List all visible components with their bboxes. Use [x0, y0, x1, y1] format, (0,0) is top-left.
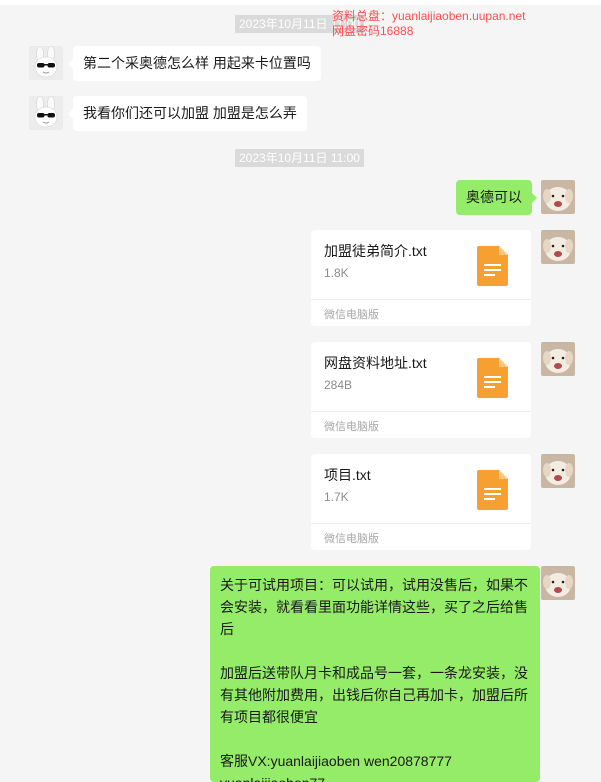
- contact-avatar[interactable]: [29, 46, 63, 80]
- my-avatar[interactable]: [541, 180, 575, 214]
- txt-file-icon: [477, 246, 508, 291]
- watermark-line: 资料总盘：yuanlaijiaoben.uupan.net: [332, 9, 526, 23]
- received-message[interactable]: 我看你们还可以加盟 加盟是怎么弄: [68, 96, 307, 131]
- watermark: 资料总盘：yuanlaijiaoben.uupan.net 网盘密码16888: [332, 9, 525, 39]
- file-message[interactable]: 网盘资料地址.txt 284B 微信电脑版: [311, 342, 531, 438]
- divider: [311, 299, 531, 300]
- file-message[interactable]: 项目.txt 1.7K 微信电脑版: [311, 454, 531, 550]
- sent-message[interactable]: 奥德可以: [456, 180, 537, 215]
- file-message[interactable]: 加盟徒弟简介.txt 1.8K 微信电脑版: [311, 230, 531, 326]
- txt-file-icon: [477, 470, 508, 515]
- file-size: 1.8K: [324, 266, 349, 280]
- txt-file-icon: [477, 358, 508, 403]
- watermark-line: 网盘密码16888: [332, 24, 414, 38]
- contact-avatar[interactable]: [29, 96, 63, 130]
- timestamp: 2023年10月11日 11:00: [235, 149, 364, 167]
- my-avatar[interactable]: [541, 230, 575, 264]
- file-name: 加盟徒弟简介.txt: [324, 243, 427, 259]
- my-avatar[interactable]: [541, 342, 575, 376]
- file-size: 284B: [324, 378, 353, 392]
- file-source: 微信电脑版: [324, 309, 379, 321]
- divider: [311, 411, 531, 412]
- window-top-edge: [0, 0, 601, 5]
- file-size: 1.7K: [324, 490, 349, 504]
- file-name: 项目.txt: [324, 467, 371, 483]
- received-message[interactable]: 第二个采奥德怎么样 用起来卡位置吗: [68, 46, 321, 81]
- my-avatar[interactable]: [541, 454, 575, 488]
- file-source: 微信电脑版: [324, 421, 379, 433]
- file-source: 微信电脑版: [324, 533, 379, 545]
- file-name: 网盘资料地址.txt: [324, 355, 427, 371]
- my-avatar[interactable]: [541, 566, 575, 600]
- sent-message[interactable]: 关于可试用项目：可以试用，试用没售后，如果不会安装，就看看里面功能详情这些，买了…: [210, 566, 540, 782]
- divider: [311, 523, 531, 524]
